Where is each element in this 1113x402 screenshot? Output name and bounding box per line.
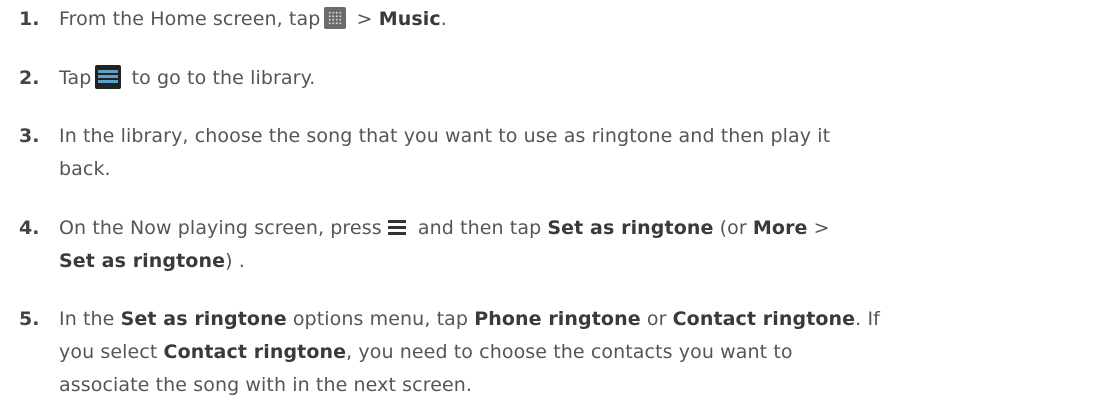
- step-number: 2.: [19, 67, 40, 89]
- step-text-part: Tap: [59, 67, 92, 89]
- set-as-ringtone-label: Set as ringtone: [59, 250, 226, 272]
- contact-ringtone-label: Contact ringtone: [163, 341, 347, 363]
- step-text: In the library, choose the song that you…: [59, 120, 1111, 186]
- step-text-part: .: [440, 8, 447, 30]
- step-number: 1.: [19, 8, 40, 30]
- library-menu-icon: [95, 64, 122, 89]
- step-text: Tap to go to the library.: [59, 62, 1111, 95]
- step-text-line: associate the song with in the next scre…: [59, 374, 473, 396]
- step-text: On the Now playing screen, press and the…: [59, 212, 1111, 278]
- step-text-line: back.: [59, 158, 111, 180]
- step-text-line: In the library, choose the song that you…: [59, 125, 831, 147]
- step-text-part: In the: [59, 308, 121, 330]
- step-text-part: to go to the library.: [125, 67, 316, 89]
- step-text-part: options menu, tap: [286, 308, 475, 330]
- step-number: 4.: [19, 217, 40, 239]
- phone-ringtone-label: Phone ringtone: [474, 308, 641, 330]
- step-number: 3.: [19, 125, 40, 147]
- step-text-part: >: [350, 8, 379, 30]
- step-text-part: and then tap: [411, 217, 548, 239]
- music-label: Music: [378, 8, 441, 30]
- step-number: 5.: [19, 308, 40, 330]
- set-as-ringtone-label: Set as ringtone: [547, 217, 714, 239]
- step-text: From the Home screen, tap > Music.: [59, 3, 1111, 36]
- set-as-ringtone-label: Set as ringtone: [120, 308, 287, 330]
- step-text-part: ) .: [225, 250, 245, 272]
- step-text: In the Set as ringtone options menu, tap…: [59, 303, 1111, 402]
- contact-ringtone-label: Contact ringtone: [672, 308, 856, 330]
- step-text-part: (or: [713, 217, 753, 239]
- step-text-part: On the Now playing screen, press: [59, 217, 382, 239]
- menu-key-icon: [386, 216, 408, 238]
- all-apps-grid-icon: [324, 6, 347, 29]
- step-text-part: you select: [59, 341, 164, 363]
- step-text-part: or: [640, 308, 673, 330]
- step-text-part: . If: [855, 308, 880, 330]
- step-text-part: >: [807, 217, 830, 239]
- step-text-part: , you need to choose the contacts you wa…: [346, 341, 793, 363]
- more-label: More: [752, 217, 808, 239]
- step-text-part: From the Home screen, tap: [59, 8, 321, 30]
